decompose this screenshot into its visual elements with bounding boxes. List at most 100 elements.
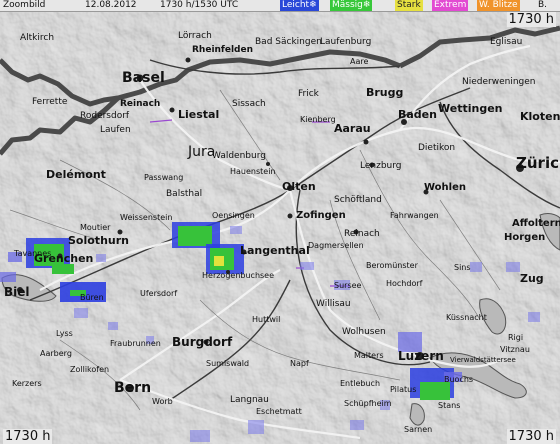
- label-willisau: Willisau: [316, 299, 351, 309]
- label-eglisau: Eglisau: [490, 37, 522, 47]
- label-luzern: Luzern: [398, 349, 444, 363]
- label-burgdorf: Burgdorf: [172, 335, 233, 349]
- legend-label: W. Blitze: [479, 0, 518, 10]
- legend-extrem-button[interactable]: Extrem: [432, 0, 469, 11]
- label-lenzburg: Lenzburg: [360, 161, 402, 171]
- legend-b-button[interactable]: B.: [536, 0, 550, 11]
- header-time: 1730 h/1530 UTC: [160, 0, 239, 10]
- time-corner-top-right: 1730 h: [506, 12, 556, 27]
- label-kerzers: Kerzers: [12, 379, 42, 388]
- label-reinach-ag: Reinach: [344, 229, 380, 239]
- label-vitznau: Vitznau: [500, 345, 530, 354]
- label-eschetmatt: Eschetmatt: [256, 407, 302, 416]
- label-schoftland: Schöftland: [334, 195, 382, 205]
- label-reinach-bl: Reinach: [120, 99, 160, 109]
- legend-label: Mässig: [332, 0, 363, 10]
- label-kloten: Kloten: [520, 110, 560, 123]
- label-worb: Worb: [152, 397, 173, 406]
- radar-map-frame: Zoombild 12.08.2012 1730 h/1530 UTC Leic…: [0, 0, 560, 444]
- label-fraubrunnen: Fraubrunnen: [110, 339, 161, 348]
- header-date: 12.08.2012: [85, 0, 137, 10]
- label-rodersdorf: Rodersdorf: [80, 111, 130, 121]
- label-sins: Sins: [454, 263, 471, 272]
- label-laufenburg: Laufenburg: [320, 37, 371, 47]
- time-corner-bottom-left: 1730 h: [3, 429, 53, 444]
- label-fahrwangen: Fahrwangen: [390, 211, 439, 220]
- label-solothurn: Solothurn: [68, 234, 129, 247]
- label-buren: Büren: [80, 293, 104, 302]
- label-napf: Napf: [290, 359, 309, 368]
- header-bar: Zoombild 12.08.2012 1730 h/1530 UTC Leic…: [0, 0, 560, 12]
- label-vierwaldstattersee: Vierwaldstättersee: [450, 356, 516, 364]
- legend-stark-button[interactable]: Stark: [395, 0, 423, 11]
- label-kienberg: Kienberg: [300, 115, 336, 124]
- label-brugg: Brugg: [366, 86, 403, 99]
- header-title: Zoombild: [3, 0, 46, 10]
- label-malters: Malters: [354, 351, 384, 360]
- label-aarberg: Aarberg: [40, 349, 72, 358]
- label-dietikon: Dietikon: [418, 143, 455, 153]
- label-wohlen: Wohlen: [424, 182, 466, 193]
- label-stans: Stans: [438, 401, 460, 410]
- label-zurich: Zürich: [516, 154, 560, 172]
- label-hochdorf: Hochdorf: [386, 279, 423, 288]
- label-baden: Baden: [398, 108, 437, 121]
- label-delemont: Delémont: [46, 168, 106, 181]
- label-niederweningen: Niederweningen: [462, 77, 535, 87]
- legend-label: B.: [538, 0, 548, 10]
- label-sursee: Sursee: [334, 281, 362, 290]
- label-weissenstein: Weissenstein: [120, 213, 172, 222]
- label-sissach: Sissach: [232, 99, 266, 109]
- label-bad-sackingen: Bad Säckingen: [255, 37, 322, 47]
- label-lyss: Lyss: [56, 329, 73, 338]
- label-langnau: Langnau: [230, 395, 269, 405]
- label-moutier: Moutier: [80, 223, 111, 232]
- label-passwang: Passwang: [144, 173, 183, 182]
- label-sumiswald: Sumiswald: [206, 359, 249, 368]
- legend-label: Stark: [397, 0, 421, 10]
- label-rheinfelden: Rheinfelden: [192, 45, 253, 55]
- label-horgen: Horgen: [504, 232, 545, 243]
- label-entlebuch: Entlebuch: [340, 379, 380, 388]
- snowflake-icon: ❄: [362, 0, 371, 10]
- label-frick: Frick: [298, 89, 320, 99]
- label-jura: Jura: [187, 144, 215, 160]
- label-wolhusen: Wolhusen: [342, 327, 386, 337]
- label-dagmersellen: Dagmersellen: [308, 241, 364, 250]
- legend-leicht-button[interactable]: Leicht❄: [280, 0, 319, 11]
- label-zollikofen: Zollikofen: [70, 365, 109, 374]
- legend-blitze-button[interactable]: W. Blitze: [477, 0, 520, 11]
- label-lorrach: Lörrach: [178, 31, 212, 41]
- label-affoltern: Affoltern: [512, 218, 560, 229]
- snowflake-icon: ❄: [309, 0, 317, 10]
- legend-massig-button[interactable]: Mässig❄: [330, 0, 373, 11]
- label-tavannes: Tavannes: [13, 249, 51, 258]
- label-schupfheim: Schüpfheim: [344, 399, 392, 408]
- label-aare: Aare: [350, 57, 368, 66]
- label-zug: Zug: [520, 272, 544, 285]
- topographic-map[interactable]: Altkirch Lörrach Rheinfelden Bad Säcking…: [0, 12, 560, 444]
- label-huttwil: Huttwil: [252, 315, 280, 324]
- label-zofingen: Zofingen: [296, 210, 346, 221]
- label-basel: Basel: [122, 70, 165, 86]
- time-corner-bottom-right: 1730 h: [506, 429, 556, 444]
- label-olten: Olten: [282, 180, 316, 193]
- label-altkirch: Altkirch: [20, 33, 54, 43]
- legend-label: Extrem: [434, 0, 467, 10]
- label-hauenstein: Hauenstein: [230, 167, 276, 176]
- label-kussnacht: Küssnacht: [446, 313, 487, 322]
- label-liestal: Liestal: [178, 108, 219, 121]
- label-buochs: Buochs: [444, 375, 473, 384]
- label-ferrette: Ferrette: [32, 97, 68, 107]
- label-ufersdorf: Ufersdorf: [140, 289, 177, 298]
- label-pilatus: Pilatus: [390, 385, 416, 394]
- legend-label: Leicht: [282, 0, 310, 10]
- label-rigi: Rigi: [508, 333, 523, 342]
- label-biel: Biel: [4, 285, 30, 299]
- label-waldenburg: Waldenburg: [212, 151, 266, 161]
- label-aarau: Aarau: [334, 122, 371, 135]
- label-balsthal: Balsthal: [166, 189, 202, 199]
- label-herzogenbuchsee: Herzogenbuchsee: [202, 271, 274, 280]
- label-sarnen: Sarnen: [404, 425, 432, 434]
- label-bern: Bern: [114, 380, 151, 396]
